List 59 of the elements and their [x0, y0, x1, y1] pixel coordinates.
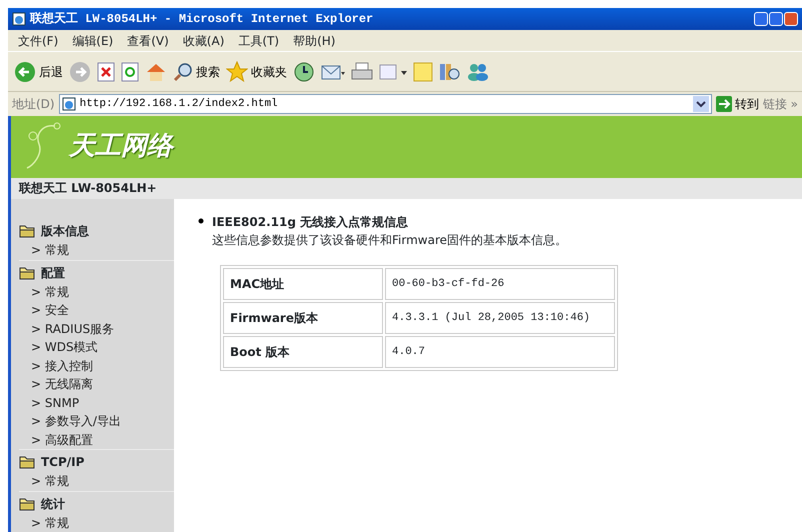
go-button[interactable]: 转到	[716, 95, 759, 113]
sidebar-link[interactable]: > 安全	[19, 301, 174, 320]
folder-icon	[19, 496, 35, 510]
ie-page-icon	[12, 12, 26, 26]
table-cell: 4.3.3.1 (Jul 28,2005 13:10:46)	[385, 302, 615, 334]
links-label[interactable]: 链接 »	[762, 95, 798, 113]
logo-text: 天工网络	[69, 130, 173, 164]
sidebar-link[interactable]: > 无线隔离	[19, 375, 174, 394]
sidebar-group-title: 统计	[41, 496, 65, 512]
sidebar-link[interactable]: > 参数导入/导出	[19, 412, 174, 430]
sidebar-link[interactable]: > SNMP	[19, 394, 174, 412]
table-cell: Firmware版本	[223, 302, 383, 334]
table-cell: MAC地址	[223, 268, 383, 300]
sidebar-link[interactable]: > RADIUS服务	[19, 320, 174, 338]
window-title: 联想天工 LW-8054LH+ - Microsoft Internet Explorer	[30, 10, 374, 28]
ie-page-icon	[62, 97, 76, 111]
sidebar-link[interactable]: > 常规	[19, 282, 174, 301]
history-icon[interactable]	[293, 60, 315, 82]
folder-icon	[19, 266, 35, 280]
folder-icon	[19, 455, 35, 469]
menu-item[interactable]: 帮助(H)	[293, 32, 336, 50]
section-description: 这些信息参数提供了该设备硬件和Firmware固件的基本版本信息。	[211, 232, 568, 249]
menu-item[interactable]: 查看(V)	[127, 32, 169, 50]
sidebar-group-title: 版本信息	[41, 223, 89, 240]
search-icon	[173, 62, 193, 82]
section-heading: IEEE802.11g 无线接入点常规信息	[212, 214, 408, 231]
address-field[interactable]: http://192.168.1.2/index2.html	[58, 94, 712, 114]
sidebar-link[interactable]: > 常规	[19, 514, 174, 532]
search-button[interactable]: 搜索	[173, 62, 220, 82]
messenger-icon[interactable]	[467, 62, 489, 82]
home-icon[interactable]	[145, 62, 167, 82]
go-arrow-icon	[716, 96, 732, 112]
printer-icon[interactable]	[351, 62, 373, 82]
menu-item[interactable]: 收藏(A)	[182, 32, 224, 50]
product-name: 联想天工 LW-8054LH+	[11, 178, 802, 199]
stop-icon[interactable]	[97, 62, 115, 82]
folder-icon	[19, 224, 35, 238]
minimize-button[interactable]	[754, 12, 768, 26]
menu-item[interactable]: 编辑(E)	[72, 32, 114, 50]
table-cell: 4.0.7	[385, 336, 615, 368]
sidebar-link[interactable]: > 高级配置	[19, 430, 174, 449]
sidebar-group-title: 配置	[41, 264, 65, 282]
sidebar-link[interactable]: > 常规	[19, 472, 174, 490]
table-cell: Boot 版本	[223, 336, 383, 368]
menu-item[interactable]: 文件(F)	[18, 32, 58, 50]
favorites-button[interactable]: 收藏夹	[226, 60, 287, 82]
table-cell: 00-60-b3-cf-fd-26	[385, 268, 615, 300]
sidebar-link[interactable]: > WDS模式	[19, 338, 174, 356]
sidebar-link[interactable]: > 接入控制	[19, 356, 174, 375]
close-button[interactable]	[784, 12, 798, 26]
maximize-button[interactable]	[769, 12, 783, 26]
address-url: http://192.168.1.2/index2.html	[80, 96, 278, 112]
star-icon	[226, 60, 248, 82]
sidebar-link[interactable]: > 常规	[19, 241, 174, 260]
back-button[interactable]: 后退	[14, 60, 63, 82]
dropdown-icon[interactable]	[692, 96, 709, 112]
menu-item[interactable]: 工具(T)	[238, 32, 280, 50]
address-label: 地址(D)	[12, 96, 55, 113]
sidebar-group-title: TCP/IP	[41, 454, 84, 471]
